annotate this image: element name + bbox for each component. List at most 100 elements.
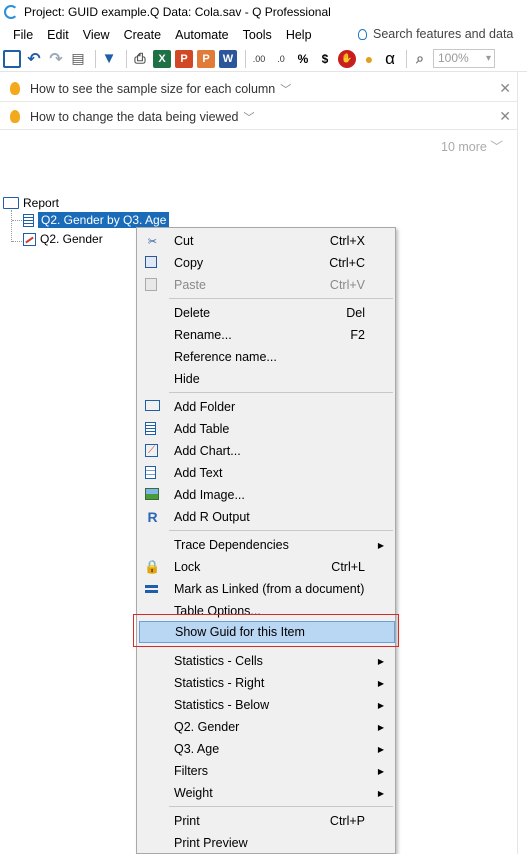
menu-item-add-r-output[interactable]: R Add R Output [139,506,395,528]
submenu-arrow-icon: ▶ [377,744,384,754]
menu-label: Mark as Linked (from a document) [174,582,365,596]
menu-item-hide[interactable]: Hide [139,368,395,390]
menu-item-trace-dependencies[interactable]: Trace Dependencies ▶ [139,534,395,556]
menu-item-rename[interactable]: Rename... F2 [139,324,395,346]
menu-label: Print Preview [174,836,248,850]
menu-item-cut[interactable]: ✂ Cut Ctrl+X [139,230,395,252]
menu-label: Add R Output [174,510,250,524]
toolbar-separator [245,49,246,68]
menu-item-add-text[interactable]: Add Text [139,462,395,484]
menu-label: Delete [174,306,211,320]
print-icon[interactable]: ⎙ [131,50,149,68]
menu-label: Lock [174,560,201,574]
menu-edit[interactable]: Edit [40,28,76,42]
close-icon[interactable]: ✕ [499,80,511,97]
zoom-icon[interactable]: ⌕ [411,50,429,68]
export-word-icon[interactable]: W [219,49,237,68]
menu-label: Trace Dependencies [174,538,289,552]
stop-sign-icon[interactable]: ✋ [338,49,356,68]
menu-item-filters[interactable]: Filters ▶ [139,760,395,782]
submenu-arrow-icon: ▶ [377,678,384,688]
chevron-down-icon[interactable]: ﹀ [280,81,291,97]
submenu-arrow-icon: ▶ [377,656,384,666]
tree-root-label: Report [23,196,60,210]
menu-item-statistics-cells[interactable]: Statistics - Cells ▶ [139,650,395,672]
tip-row[interactable]: How to see the sample size for each colu… [0,76,517,102]
more-tips-link[interactable]: 10 more ﹀ [441,136,503,155]
save-icon[interactable] [3,49,21,68]
menu-item-statistics-right[interactable]: Statistics - Right ▶ [139,672,395,694]
submenu-arrow-icon: ▶ [377,540,384,550]
close-icon[interactable]: ✕ [499,108,511,125]
undo-icon[interactable]: ↶ [25,50,43,68]
scrollbar-track[interactable] [517,72,527,854]
menu-item-lock[interactable]: 🔒 Lock Ctrl+L [139,556,395,578]
menu-item-q3-age[interactable]: Q3. Age ▶ [139,738,395,760]
search-features-box[interactable]: Search features and data [358,27,513,41]
tree-item-label: Q2. Gender [40,232,103,246]
menu-item-paste[interactable]: Paste Ctrl+V [139,274,395,296]
color-palette-icon[interactable]: ● [360,50,378,68]
menu-item-reference-name[interactable]: Reference name... [139,346,395,368]
menu-item-q2-gender[interactable]: Q2. Gender ▶ [139,716,395,738]
tree-item-chart[interactable]: Q2. Gender [23,230,103,248]
filter-icon[interactable]: ▼ [100,50,118,68]
increase-decimals-icon[interactable]: .00 [250,50,268,68]
chevron-down-icon: ﹀ [490,140,503,154]
tip-text[interactable]: How to change the data being viewed [30,110,238,124]
dollar-icon[interactable]: $ [316,50,334,68]
menu-label: Add Chart... [174,444,241,458]
paste-icon [145,278,157,291]
lightbulb-icon [10,110,20,123]
lightbulb-icon [358,28,367,40]
clipboard-dropdown-icon[interactable]: ▤ [69,50,87,68]
menu-item-weight[interactable]: Weight ▶ [139,782,395,804]
menu-file[interactable]: File [0,28,40,42]
menu-separator [169,530,393,531]
menu-item-copy[interactable]: Copy Ctrl+C [139,252,395,274]
toolbar: ↶ ↷ ▤ ▼ ⎙ X P P W .00 .0 % $ ✋ ● α ⌕ 100… [0,46,527,72]
menu-item-add-table[interactable]: Add Table [139,418,395,440]
export-powerpoint-icon[interactable]: P [175,49,193,68]
tip-text[interactable]: How to see the sample size for each colu… [30,82,275,96]
toolbar-separator [406,49,407,68]
menu-automate[interactable]: Automate [168,28,236,42]
chevron-down-icon[interactable]: ﹀ [243,109,254,125]
menu-item-print[interactable]: Print Ctrl+P [139,810,395,832]
zoom-select[interactable]: 100% [433,49,495,68]
menu-label: Add Table [174,422,230,436]
more-tips-label: 10 more [441,140,487,154]
r-icon: R [147,509,158,525]
title-bar: Project: GUID example.Q Data: Cola.sav -… [0,0,527,24]
menu-shortcut: Ctrl+C [329,256,365,270]
menu-label: Weight [174,786,213,800]
link-icon [145,585,158,593]
redo-icon[interactable]: ↷ [47,50,65,68]
menu-item-add-folder[interactable]: Add Folder [139,396,395,418]
submenu-arrow-icon: ▶ [377,788,384,798]
menu-item-statistics-below[interactable]: Statistics - Below ▶ [139,694,395,716]
chart-icon: ⟋ [145,444,158,457]
toolbar-separator [126,49,127,68]
menu-item-add-chart[interactable]: ⟋ Add Chart... [139,440,395,462]
export-powerpoint-update-icon[interactable]: P [197,49,215,68]
submenu-arrow-icon: ▶ [377,722,384,732]
decrease-decimals-icon[interactable]: .0 [272,50,290,68]
menu-item-add-image[interactable]: Add Image... [139,484,395,506]
alpha-icon[interactable]: α [382,49,398,68]
export-excel-icon[interactable]: X [153,49,171,68]
tree-root-report[interactable]: Report [3,194,59,212]
menu-create[interactable]: Create [117,28,169,42]
tip-row[interactable]: How to change the data being viewed ﹀ ✕ [0,104,517,130]
menu-item-mark-as-linked[interactable]: Mark as Linked (from a document) [139,578,395,600]
menu-tools[interactable]: Tools [236,28,279,42]
menu-item-print-preview[interactable]: Print Preview [139,832,395,854]
menu-view[interactable]: View [76,28,117,42]
menu-shortcut: Ctrl+P [329,814,365,828]
percent-icon[interactable]: % [294,50,312,68]
menu-item-delete[interactable]: Delete Del [139,302,395,324]
menu-label: Add Folder [174,400,236,414]
q-app-icon [4,5,18,19]
menu-help[interactable]: Help [279,28,319,42]
tree-item-label: Q2. Gender by Q3. Age [38,212,170,228]
